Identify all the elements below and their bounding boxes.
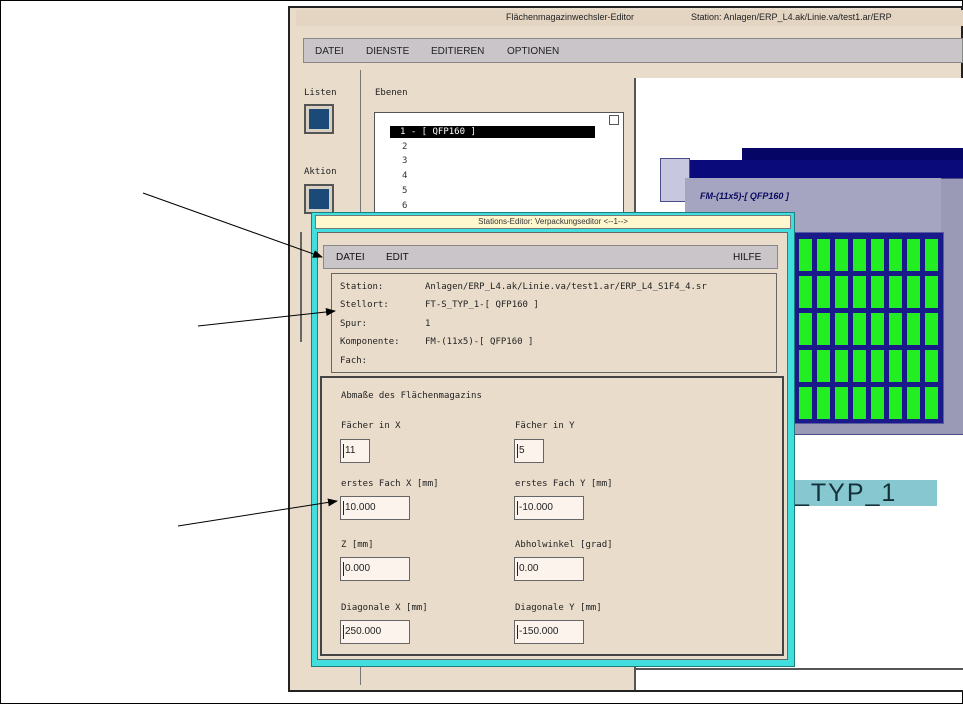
callout-arrow-input xyxy=(177,498,338,527)
annotation-arrows xyxy=(142,192,338,527)
callout-arrow-menubar xyxy=(142,192,323,258)
callout-arrow-info xyxy=(197,308,336,327)
